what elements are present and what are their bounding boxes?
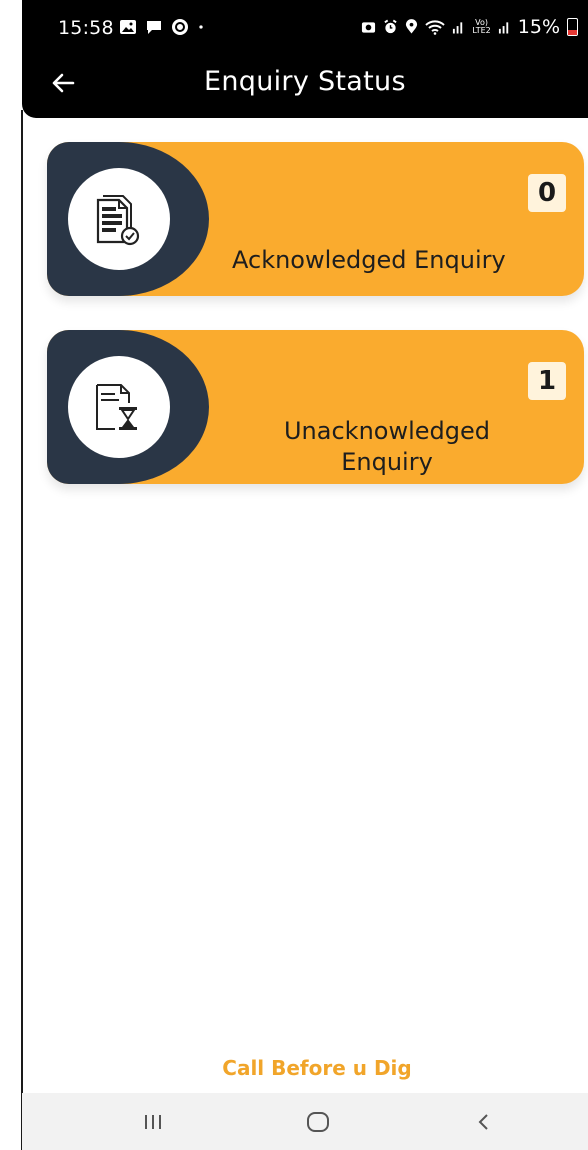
status-notification-icons [119, 18, 209, 36]
unacknowledged-count-badge: 1 [528, 362, 566, 400]
footer-tagline: Call Before u Dig [222, 1056, 412, 1080]
acknowledged-enquiry-label: Acknowledged Enquiry [232, 246, 506, 274]
acknowledged-count-badge: 0 [528, 174, 566, 212]
unacknowledged-enquiry-card[interactable]: 1 Unacknowledged Enquiry [47, 330, 584, 484]
back-chevron-icon [478, 1114, 488, 1130]
network-type: Vo) LTE2 [472, 19, 490, 35]
status-bar: 15:58 Vo) LTE2 15% [22, 0, 588, 56]
document-check-icon [96, 195, 140, 246]
signal-icon [498, 22, 508, 34]
acknowledged-enquiry-card[interactable]: 0 Acknowledged Enquiry [47, 142, 584, 296]
gallery-icon [120, 20, 136, 34]
card-icon-circle [68, 168, 170, 270]
battery-level [568, 30, 577, 35]
app-bar: Enquiry Status [22, 56, 588, 116]
phone-screen: 15:58 Vo) LTE2 15% Enquiry Status 0 Ackn… [0, 0, 588, 1150]
card-icon-circle [68, 356, 170, 458]
battery-percent: 15% [517, 16, 560, 38]
page-title: Enquiry Status [204, 66, 406, 97]
home-icon [307, 1112, 329, 1132]
arrow-left-icon [52, 73, 75, 93]
battery-icon [567, 18, 578, 36]
alarm-icon [384, 19, 398, 34]
location-icon [406, 19, 418, 34]
camera-icon [362, 22, 376, 33]
dot-icon [199, 25, 203, 29]
recent-apps-icon [145, 1115, 161, 1129]
network-label-bottom: LTE2 [472, 26, 491, 35]
wifi-icon [425, 20, 446, 35]
home-button[interactable] [298, 1107, 338, 1137]
signal-icon [453, 22, 463, 34]
app-icon [172, 19, 188, 35]
nav-back-button[interactable] [464, 1107, 504, 1137]
recent-apps-button[interactable] [133, 1107, 173, 1137]
back-button[interactable] [48, 68, 78, 98]
divider [21, 110, 23, 1150]
message-icon [147, 21, 161, 34]
status-time: 15:58 [58, 17, 114, 39]
top-bar: 15:58 Vo) LTE2 15% Enquiry Status [22, 0, 588, 118]
unacknowledged-enquiry-label: Unacknowledged Enquiry [283, 417, 490, 476]
system-nav-bar [22, 1093, 588, 1150]
document-hourglass-icon [96, 384, 137, 430]
status-system-icons: Vo) LTE2 15% [361, 16, 578, 38]
